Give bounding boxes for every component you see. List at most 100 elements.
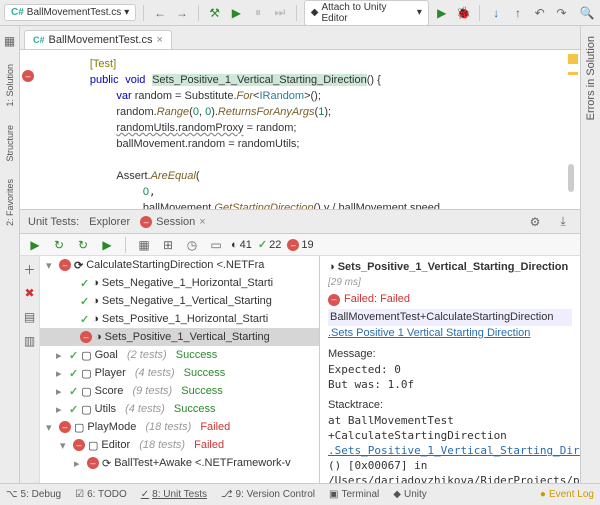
bottom-tab-todo[interactable]: ☑ 6: TODO [75, 489, 127, 500]
csharp-file-icon: C# [33, 35, 45, 45]
message-header: Message: [328, 347, 572, 362]
detail-result: Failed: Failed [344, 292, 410, 307]
message-expected: Expected: 0 [328, 362, 572, 377]
tests-tree[interactable]: ▾– ⟳ CalculateStartingDirection <.NETFra… [40, 256, 320, 483]
pause-icon[interactable]: ⏸ [249, 4, 267, 22]
sidebar-tab-favorites[interactable]: 2: Favorites [5, 175, 15, 230]
run-icon[interactable]: ▶ [228, 4, 246, 22]
remove-icon[interactable]: ✖ [21, 284, 39, 302]
gutter-fail-icon[interactable]: – [22, 70, 34, 82]
fail-icon: – [328, 294, 340, 306]
run-tests-icon[interactable]: ▶ [26, 236, 44, 254]
stacktrace-line: +CalculateStartingDirection [328, 428, 572, 443]
stacktrace-header: Stacktrace: [328, 398, 572, 413]
right-tool-gutter: Errors in Solution [580, 26, 600, 483]
left-tool-gutter: ▦ 1: Solution Structure 2: Favorites [0, 26, 20, 483]
vcs-commit-icon[interactable]: ↑ [509, 4, 527, 22]
tree-node-group[interactable]: ▸✓▢ Score (9 tests) Success [40, 382, 319, 400]
stacktrace-line: at BallMovementTest [328, 413, 572, 428]
tree-node-test[interactable]: ✓◑Sets_Negative_1_Horizontal_Starti [40, 274, 319, 292]
tree-node-test[interactable]: ✓◑Sets_Negative_1_Vertical_Starting [40, 292, 319, 310]
close-tab-icon[interactable]: × [156, 34, 162, 46]
total-counter: ◐ 41 [231, 239, 252, 251]
top-toolbar: C# BallMovementTest.cs ▾ ← → ⚒ ▶ ⏸ ⏭ ◆ A… [0, 0, 600, 26]
detail-test-link[interactable]: .Sets Positive 1 Vertical Starting Direc… [328, 326, 572, 341]
tree-node-group[interactable]: ▾–▢ PlayMode (18 tests) Failed [40, 418, 319, 436]
unit-tests-title: Unit Tests: [28, 216, 79, 228]
tree-node-group[interactable]: ▸✓▢ Goal (2 tests) Success [40, 346, 319, 364]
pass-check-icon: ✓ [258, 238, 267, 251]
code-content: [Test] public void Sets_Positive_1_Verti… [20, 50, 580, 210]
debug-run-icon[interactable]: ▶ [433, 4, 451, 22]
total-icon: ◐ [231, 239, 238, 251]
tree-node-root[interactable]: ▾– ⟳ CalculateStartingDirection <.NETFra [40, 256, 319, 274]
stacktrace-line: /Users/dariadovzhikova/RiderProjects/pon… [328, 473, 572, 483]
unity-icon: ◆ [311, 7, 319, 18]
export-icon[interactable]: ⤓ [554, 213, 572, 231]
fail-badge-icon: – [140, 216, 152, 228]
stacktrace-line: () [0x00067] in [328, 458, 572, 473]
tree-node-group[interactable]: ▸✓▢ Utils (4 tests) Success [40, 400, 319, 418]
test-detail-pane: ◑ Sets_Positive_1_Vertical_Starting_Dire… [320, 256, 580, 483]
forward-icon[interactable]: → [173, 4, 191, 22]
gear-icon[interactable]: ⚙ [526, 213, 544, 231]
editor-tab-label: BallMovementTest.cs [49, 34, 153, 46]
add-icon[interactable]: ＋ [21, 260, 39, 278]
tree-node-group[interactable]: ▾–▢ Editor (18 tests) Failed [40, 436, 319, 454]
bottom-tool-bar: ⌥ 5: Debug ☑ 6: TODO ✓ 8: Unit Tests ⎇ 9… [0, 483, 600, 505]
settings-icon[interactable]: ⊞ [159, 236, 177, 254]
bottom-event-log[interactable]: ● Event Log [540, 489, 594, 500]
editor-tabs: C# BallMovementTest.cs × [20, 26, 580, 50]
sidebar-tab-solution[interactable]: 1: Solution [5, 60, 15, 111]
attach-label: Attach to Unity Editor [321, 2, 413, 24]
pass-counter[interactable]: ✓ 22 [258, 238, 281, 251]
project-icon[interactable]: ▦ [1, 32, 19, 50]
run-coverage-icon[interactable]: ▶ [98, 236, 116, 254]
tab-session[interactable]: – Session × [140, 216, 206, 228]
breadcrumb-file-label: BallMovementTest.cs [27, 7, 121, 18]
sidebar-tab-errors[interactable]: Errors in Solution [585, 32, 597, 124]
breadcrumb-file[interactable]: C# BallMovementTest.cs ▾ [4, 4, 136, 21]
rerun-icon[interactable]: ↻ [50, 236, 68, 254]
bottom-tab-unity[interactable]: ◆ Unity [393, 489, 427, 500]
clock-icon[interactable]: ◷ [183, 236, 201, 254]
tab-explorer[interactable]: Explorer [89, 216, 130, 228]
collapse-icon[interactable]: ▥ [21, 332, 39, 350]
run-config-dropdown[interactable]: ◆ Attach to Unity Editor ▾ [304, 0, 429, 26]
step-icon[interactable]: ⏭ [271, 4, 289, 22]
tree-node-group[interactable]: ▸✓▢ Player (4 tests) Success [40, 364, 319, 382]
bottom-tab-terminal[interactable]: ▣ Terminal [329, 489, 379, 500]
detail-duration: [29 ms] [328, 277, 361, 288]
chevron-down-icon: ▾ [124, 7, 129, 18]
history-icon[interactable]: ↶ [531, 4, 549, 22]
layout-icon[interactable]: ▭ [207, 236, 225, 254]
detail-fixture: BallMovementTest+CalculateStartingDirect… [328, 309, 572, 326]
close-session-icon[interactable]: × [199, 216, 205, 228]
bottom-tab-unittests[interactable]: ✓ 8: Unit Tests [141, 489, 207, 500]
fail-minus-icon: – [287, 239, 299, 251]
tree-node-test-selected[interactable]: –◑Sets_Positive_1_Vertical_Starting [40, 328, 319, 346]
csharp-file-icon: C# [11, 7, 24, 18]
stacktrace-link[interactable]: .Sets_Positive_1_Vertical_Starting_Direc… [328, 443, 572, 458]
hammer-build-icon[interactable]: ⚒ [206, 4, 224, 22]
redo-icon[interactable]: ↷ [553, 4, 571, 22]
bug-icon[interactable]: 🐞 [455, 4, 473, 22]
bottom-tab-vcs[interactable]: ⎇ 9: Version Control [221, 489, 315, 500]
bottom-tab-debug[interactable]: ⌥ 5: Debug [6, 489, 61, 500]
detail-test-name: Sets_Positive_1_Vertical_Starting_Direct… [338, 261, 569, 273]
tests-side-toolbar: ＋ ✖ ▤ ▥ [20, 256, 40, 483]
unit-tests-panel-header: Unit Tests: Explorer – Session × ⚙ ⤓ [20, 210, 580, 234]
unit-tests-toolbar: ▶ ↻ ↻ ▶ ▦ ⊞ ◷ ▭ ◐ 41 ✓ 22 – 19 [20, 234, 580, 256]
back-icon[interactable]: ← [151, 4, 169, 22]
fail-counter[interactable]: – 19 [287, 239, 313, 251]
stop-icon[interactable]: ▦ [135, 236, 153, 254]
sidebar-tab-structure[interactable]: Structure [5, 121, 15, 166]
rerun-failed-icon[interactable]: ↻ [74, 236, 92, 254]
filter-icon[interactable]: ▤ [21, 308, 39, 326]
tree-node-test[interactable]: ✓◑Sets_Positive_1_Horizontal_Starti [40, 310, 319, 328]
code-editor[interactable]: – [Test] public void Sets_Positive_1_Ver… [20, 50, 580, 210]
editor-tab-ballmovementtest[interactable]: C# BallMovementTest.cs × [24, 30, 172, 49]
search-icon[interactable]: 🔍 [578, 4, 596, 22]
tree-node-group[interactable]: ▸–⟳ BallTest+Awake <.NETFramework-v [40, 454, 319, 472]
vcs-update-icon[interactable]: ↓ [487, 4, 505, 22]
